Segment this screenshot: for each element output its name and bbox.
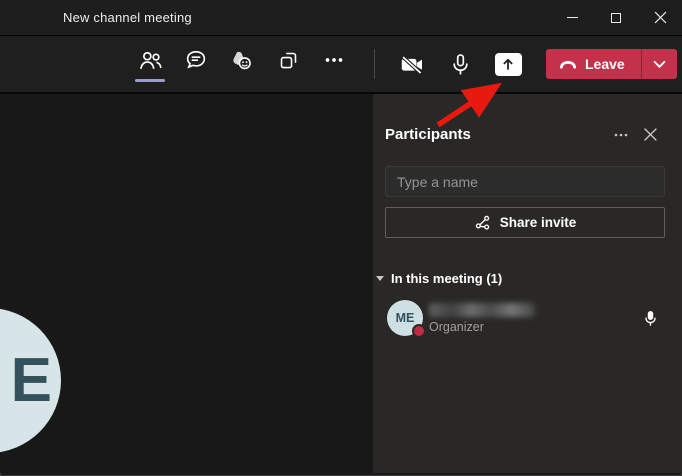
in-this-meeting-label: In this meeting (1) (391, 271, 503, 286)
toolbar-tabs (127, 36, 357, 92)
leave-label: Leave (585, 56, 625, 72)
meeting-content: E Participants Type a name Share invite … (0, 94, 682, 473)
toolbar-divider (374, 49, 375, 79)
teams-meeting-window: New channel meeting Leave E Participants… (0, 0, 682, 476)
device-controls (388, 36, 532, 92)
camera-off-button[interactable] (388, 36, 436, 92)
leave-button-group: Leave (546, 49, 677, 79)
camera-off-icon (401, 55, 423, 74)
breakout-rooms-icon (280, 52, 296, 68)
participant-name-redacted (429, 302, 535, 317)
microphone-icon (452, 53, 468, 75)
chevron-down-icon (653, 60, 666, 68)
share-invite-label: Share invite (499, 215, 577, 230)
chat-tab[interactable] (173, 36, 219, 92)
window-title: New channel meeting (63, 10, 192, 25)
meeting-toolbar: Leave (0, 36, 682, 94)
share-screen-icon (494, 52, 522, 76)
microphone-icon (645, 310, 656, 326)
more-options-tab[interactable] (311, 36, 357, 92)
search-participant-input[interactable] (385, 166, 665, 197)
participants-panel-header: Participants (373, 94, 682, 143)
participant-role: Organizer (429, 319, 484, 334)
participant-initials: ME (395, 311, 415, 325)
close-icon (644, 128, 657, 141)
reactions-tab[interactable] (219, 36, 265, 92)
participants-panel: Participants Type a name Share invite In… (373, 94, 682, 473)
maximize-button[interactable] (594, 0, 638, 35)
share-invite-button[interactable]: Share invite (385, 207, 665, 238)
close-icon (654, 11, 666, 24)
participants-panel-title: Participants (385, 126, 471, 143)
panel-more-button[interactable] (599, 127, 629, 143)
panel-close-button[interactable] (629, 127, 658, 142)
busy-status-dot (412, 324, 426, 338)
titlebar: New channel meeting (0, 0, 682, 36)
maximize-icon (611, 12, 621, 23)
microphone-button[interactable] (436, 36, 484, 92)
share-screen-button[interactable] (484, 36, 532, 92)
hang-up-icon (559, 60, 577, 69)
in-this-meeting-section-header[interactable]: In this meeting (1) (376, 271, 682, 286)
ellipsis-icon (614, 133, 628, 136)
stage-avatar: E (0, 308, 61, 453)
collapse-chevron-icon (376, 276, 384, 281)
minimize-button[interactable] (550, 0, 594, 35)
leave-options-dropdown[interactable] (640, 49, 677, 79)
chat-icon (186, 50, 206, 69)
participants-tab[interactable] (127, 36, 173, 92)
breakout-rooms-tab[interactable] (265, 36, 311, 92)
window-controls (550, 0, 682, 35)
stage-avatar-letter: E (10, 346, 52, 415)
close-button[interactable] (638, 0, 682, 35)
participant-mic-button[interactable] (641, 309, 660, 328)
participant-row[interactable]: ME Organizer (387, 300, 660, 338)
reactions-icon (232, 51, 251, 69)
participant-avatar: ME (387, 300, 426, 338)
video-stage: E (0, 94, 373, 473)
ellipsis-icon (325, 58, 343, 62)
leave-button[interactable]: Leave (546, 49, 641, 79)
share-icon (475, 215, 489, 230)
participant-info: Organizer (429, 302, 535, 334)
active-tab-indicator (135, 78, 165, 82)
minimize-icon (566, 17, 578, 18)
people-icon (139, 51, 162, 69)
